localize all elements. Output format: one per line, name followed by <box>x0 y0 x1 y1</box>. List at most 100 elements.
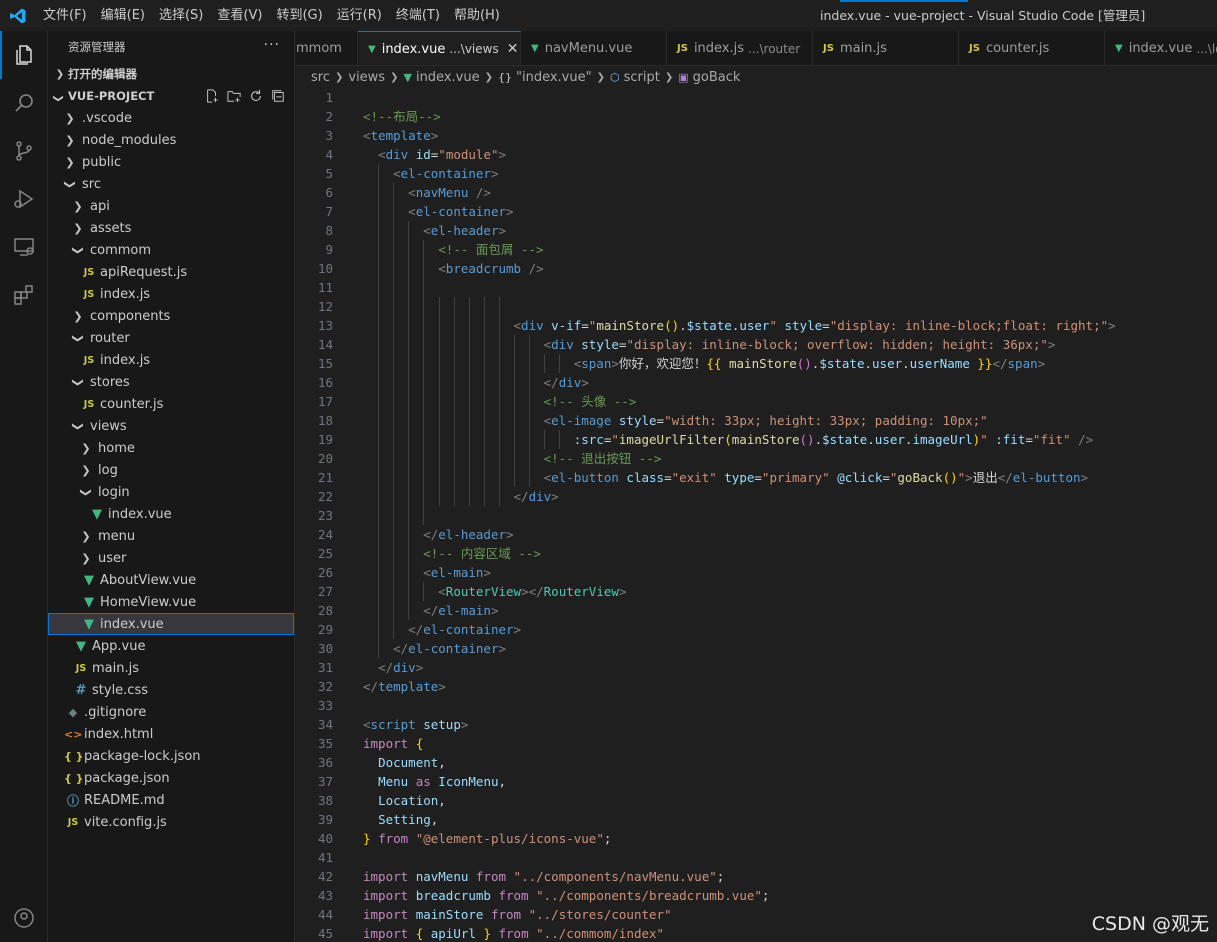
file-item[interactable]: JS vite.config.js <box>48 811 294 833</box>
chevron-right-icon: ❯ <box>73 309 83 323</box>
indent-guide <box>483 487 485 506</box>
indent-guide <box>393 202 395 221</box>
breadcrumb-item[interactable]: views <box>348 70 385 85</box>
code-area[interactable]: <!--布局--> <template> <div id="module"> <e… <box>363 88 1213 942</box>
breadcrumb-label: index.vue <box>415 69 480 85</box>
folder-item[interactable]: ❯ .vscode <box>48 107 294 129</box>
tab-mmom[interactable]: mmom <box>296 31 358 65</box>
folder-item[interactable]: ❯ login <box>48 481 294 503</box>
line-number: 19 <box>317 432 333 447</box>
line-number: 33 <box>317 698 333 713</box>
line-number: 35 <box>317 736 333 751</box>
folder-item[interactable]: ❯ public <box>48 151 294 173</box>
extensions-icon[interactable] <box>0 271 48 319</box>
indent-guide <box>498 411 500 430</box>
refresh-icon[interactable] <box>248 88 264 104</box>
code-editor[interactable]: 1 2 3 4 5 6 7 8 9 10 11 12 13 14 15 16 17 18 19 20 21 22 23 24 2… <box>296 88 1217 942</box>
file-item[interactable]: <> index.html <box>48 723 294 745</box>
folder-item[interactable]: ❯ stores <box>48 371 294 393</box>
file-item[interactable]: ▼ index.vue <box>48 503 294 525</box>
indent-guide <box>514 468 515 487</box>
indent-guide <box>378 240 380 259</box>
file-item[interactable]: JS main.js <box>48 657 294 679</box>
file-item[interactable]: { } package.json <box>48 767 294 789</box>
more-actions-icon[interactable]: ··· <box>264 37 280 53</box>
title-bar: 文件(F) 编辑(E) 选择(S) 查看(V) 转到(G) 运行(R) 终端(T) 帮助(H)… <box>0 0 1217 31</box>
breadcrumb-item[interactable]: src <box>311 70 330 85</box>
close-icon[interactable]: ✕ <box>507 41 519 57</box>
folder-item[interactable]: ❯ node_modules <box>48 129 294 151</box>
file-item[interactable]: JS counter.js <box>48 393 294 415</box>
new-folder-icon[interactable] <box>226 88 242 104</box>
collapse-all-icon[interactable] <box>270 88 286 104</box>
indent-guide <box>378 525 380 544</box>
new-file-icon[interactable] <box>204 88 220 104</box>
code-line: <!--布局--> <box>363 107 1213 126</box>
file-item[interactable]: ▼ App.vue <box>48 635 294 657</box>
breadcrumb-item[interactable]: {} "index.vue" <box>498 70 592 85</box>
line-number: 16 <box>317 375 333 390</box>
menu-item-4[interactable]: 转到(G) <box>269 0 329 31</box>
line-number: 29 <box>317 622 333 637</box>
remote-explorer-icon[interactable] <box>0 223 48 271</box>
breadcrumb-item[interactable]: ▣ goBack <box>678 70 740 85</box>
explorer-title: 资源管理器 <box>68 40 126 54</box>
folder-item[interactable]: ❯ api <box>48 195 294 217</box>
file-item[interactable]: ⓘ README.md <box>48 789 294 811</box>
menu-item-5[interactable]: 运行(R) <box>330 0 389 31</box>
file-item[interactable]: # style.css <box>48 679 294 701</box>
tab-main-js[interactable]: JS main.js <box>813 31 959 65</box>
file-item[interactable]: ▼ AboutView.vue <box>48 569 294 591</box>
chevron-right-icon: ❯ <box>65 111 75 125</box>
run-debug-icon[interactable] <box>0 175 48 223</box>
indent-guide <box>393 335 395 354</box>
file-item[interactable]: JS apiRequest.js <box>48 261 294 283</box>
folder-item[interactable]: ❯ components <box>48 305 294 327</box>
file-item[interactable]: ▼ index.vue <box>48 613 294 635</box>
chevron-right-icon: ❯ <box>334 71 344 83</box>
file-item[interactable]: ◆ .gitignore <box>48 701 294 723</box>
folder-item[interactable]: ❯ home <box>48 437 294 459</box>
tree-item-label: index.vue <box>100 616 164 632</box>
folder-item[interactable]: ❯ user <box>48 547 294 569</box>
folder-item[interactable]: ❯ menu <box>48 525 294 547</box>
file-item[interactable]: ▼ HomeView.vue <box>48 591 294 613</box>
file-item[interactable]: JS index.js <box>48 349 294 371</box>
project-section[interactable]: ❯ VUE-PROJECT <box>48 85 294 107</box>
folder-item[interactable]: ❯ log <box>48 459 294 481</box>
folder-item[interactable]: ❯ views <box>48 415 294 437</box>
folder-item[interactable]: ❯ commom <box>48 239 294 261</box>
breadcrumb-label: "index.vue" <box>515 69 592 85</box>
open-editors-section[interactable]: ❯ 打开的编辑器 <box>48 63 294 85</box>
tab-index-js-router[interactable]: JS index.js ...\router <box>667 31 813 65</box>
tab-navmenu-vue[interactable]: ▼ navMenu.vue <box>521 31 667 65</box>
menu-item-1[interactable]: 编辑(E) <box>94 0 152 31</box>
search-icon[interactable] <box>0 79 48 127</box>
code-token: breadcrumb <box>415 888 491 903</box>
accounts-icon[interactable] <box>0 894 48 942</box>
explorer-icon[interactable] <box>0 31 48 79</box>
code-token: class <box>626 470 665 485</box>
menu-item-6[interactable]: 终端(T) <box>389 0 447 31</box>
code-token: IconMenu <box>438 774 499 789</box>
menu-item-0[interactable]: 文件(F) <box>36 0 94 31</box>
code-token: < <box>408 204 416 219</box>
menu-item-2[interactable]: 选择(S) <box>152 0 210 31</box>
breadcrumb-item[interactable]: ⬡ script <box>610 70 660 85</box>
folder-item[interactable]: ❯ assets <box>48 217 294 239</box>
file-item[interactable]: JS index.js <box>48 283 294 305</box>
folder-item[interactable]: ❯ src <box>48 173 294 195</box>
source-control-icon[interactable] <box>0 127 48 175</box>
tab-index-vue-views[interactable]: ▼ index.vue ...\views ✕ <box>358 31 521 65</box>
menu-item-7[interactable]: 帮助(H) <box>447 0 507 31</box>
menu-item-3[interactable]: 查看(V) <box>210 0 269 31</box>
file-item[interactable]: { } package-lock.json <box>48 745 294 767</box>
tab-index-vue-log[interactable]: ▼ index.vue...\log <box>1105 31 1217 65</box>
indent-guide <box>468 449 470 468</box>
breadcrumb-item[interactable]: ▼ index.vue <box>403 70 479 85</box>
folder-item[interactable]: ❯ router <box>48 327 294 349</box>
tab-counter-js[interactable]: JS counter.js <box>959 31 1105 65</box>
indent-guide <box>423 278 425 297</box>
